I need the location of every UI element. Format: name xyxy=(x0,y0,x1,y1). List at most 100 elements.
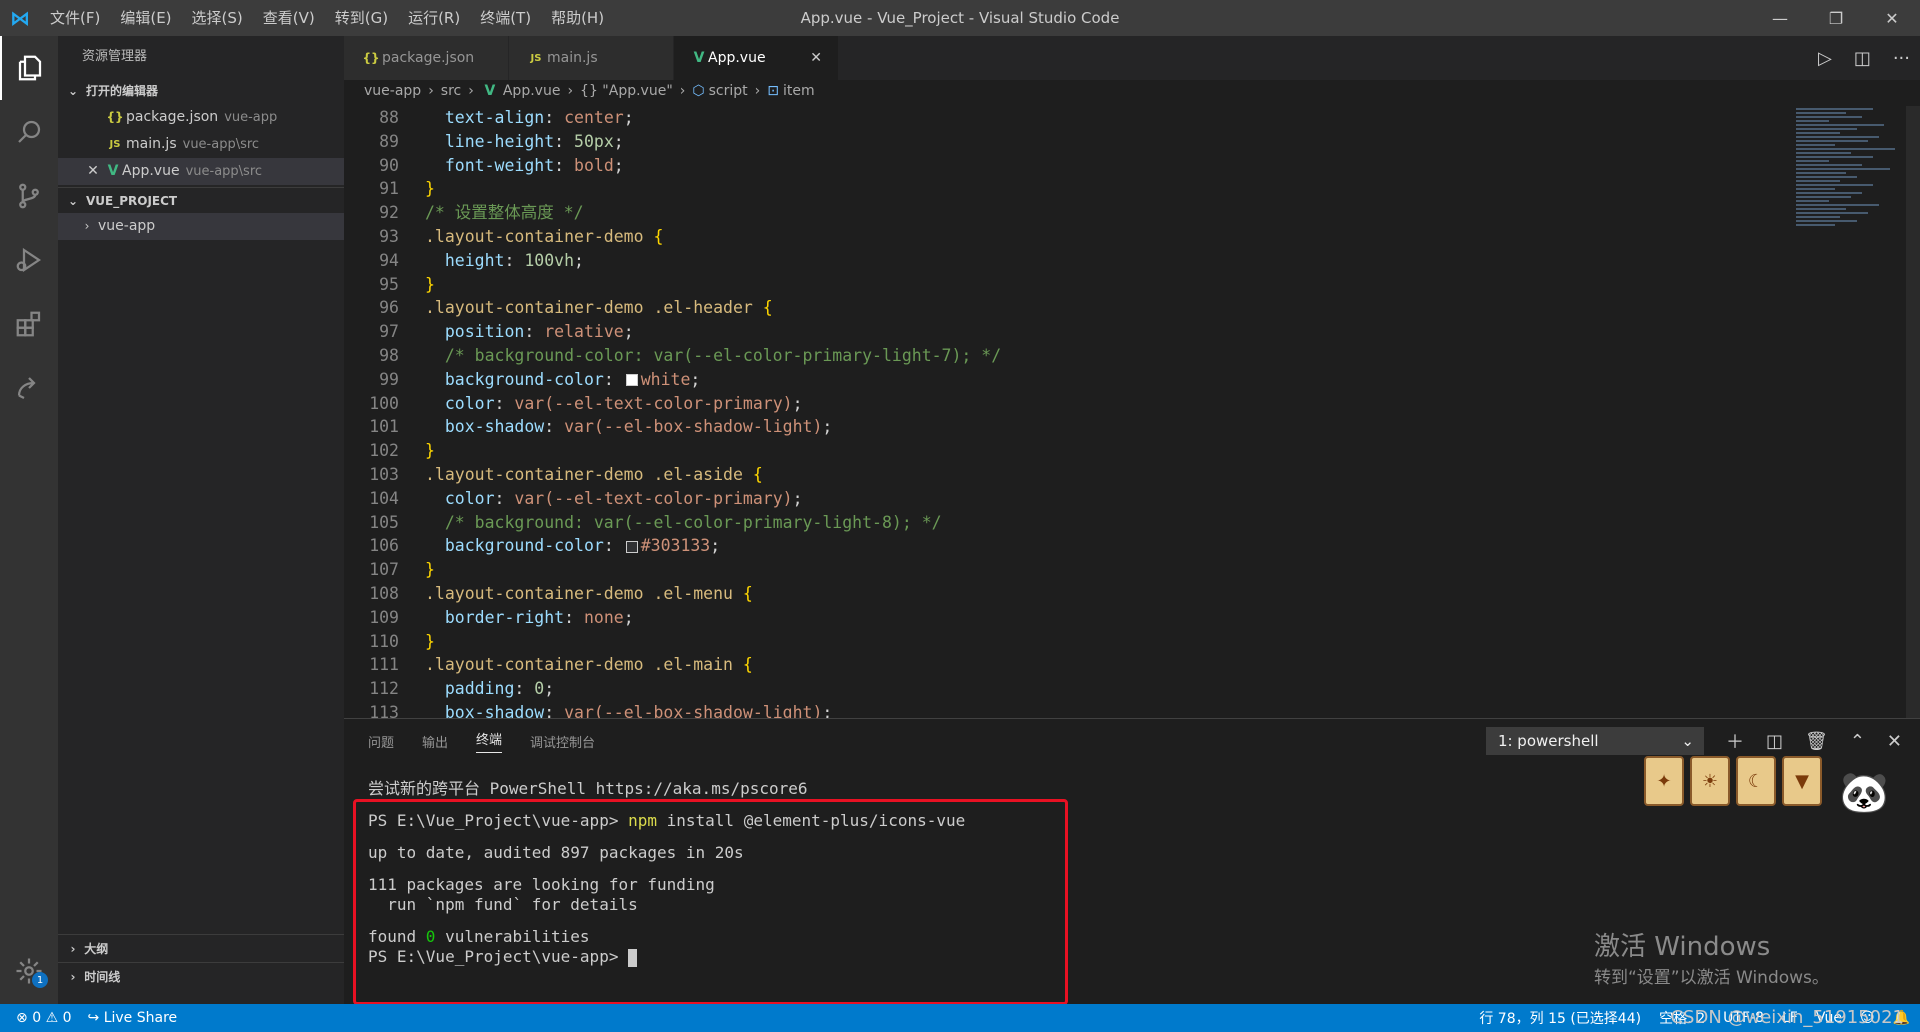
explorer-title: 资源管理器 xyxy=(82,49,148,64)
explorer-icon[interactable] xyxy=(0,36,58,100)
css-value: var(--el-box-shadow-light) xyxy=(564,702,823,718)
css-value: bold xyxy=(574,155,614,175)
code-content: height: 100vh; xyxy=(444,250,584,270)
css-property: text-align xyxy=(444,108,545,127)
file-name: main.js xyxy=(126,136,177,152)
code-line: 105 /* background: var(--el-color-primar… xyxy=(344,511,1784,535)
chevron-down-icon: ⌄ xyxy=(67,84,79,98)
code-view[interactable]: 88 text-align: center; 89 line-height: 50… xyxy=(344,106,1784,718)
open-file-package-json[interactable]: {} package.json vue-app xyxy=(58,104,344,131)
close-window-icon[interactable]: ✕ xyxy=(1864,0,1920,36)
menu-selection[interactable]: 选择(S) xyxy=(182,0,253,36)
editor-scrollbar[interactable] xyxy=(1906,106,1920,718)
tab-terminal[interactable]: 终端 xyxy=(476,729,503,753)
menu-view[interactable]: 查看(V) xyxy=(253,0,325,36)
breadcrumb-item[interactable]: {} "App.vue" xyxy=(580,80,673,102)
outline-section[interactable]: › 大纲 xyxy=(58,934,344,962)
problems-status[interactable]: ⊗ 0 ⚠ 0 xyxy=(16,1010,72,1026)
line-number: 101 xyxy=(369,417,399,437)
live-share-label: Live Share xyxy=(103,1010,178,1026)
css-selector: .layout-container-demo .el-main xyxy=(425,655,733,675)
tab-output[interactable]: 输出 xyxy=(422,732,448,751)
line-number: 113 xyxy=(369,702,399,718)
line-number: 105 xyxy=(369,512,399,532)
folder-vue-app[interactable]: › vue-app xyxy=(58,213,344,240)
minimize-icon[interactable]: — xyxy=(1752,0,1808,36)
search-icon[interactable] xyxy=(0,100,58,164)
split-editor-icon[interactable]: ◫ xyxy=(1854,48,1871,69)
cursor-position[interactable]: 行 78，列 15 (已选择44) xyxy=(1479,1008,1641,1028)
minimap[interactable] xyxy=(1796,106,1906,346)
menu-help[interactable]: 帮助(H) xyxy=(541,0,614,36)
code-line: 106 background-color: #303133; xyxy=(344,534,1784,558)
source-control-icon[interactable] xyxy=(0,164,58,228)
timeline-section[interactable]: › 时间线 xyxy=(58,962,344,990)
menu-run[interactable]: 运行(R) xyxy=(398,0,470,36)
extensions-icon[interactable] xyxy=(0,292,58,356)
breadcrumb-item[interactable]: item xyxy=(783,80,815,102)
line-number: 108 xyxy=(369,583,399,603)
tab-main-js[interactable]: JS main.js xyxy=(509,36,674,80)
open-file-main-js[interactable]: JS main.js vue-app\src xyxy=(58,131,344,158)
split-terminal-icon[interactable]: ◫ xyxy=(1766,731,1783,752)
tab-app-vue[interactable]: V App.vue ✕ xyxy=(674,36,839,80)
code-line: 100 color: var(--el-text-color-primary); xyxy=(344,392,1784,416)
tab-problems[interactable]: 问题 xyxy=(368,732,394,751)
code-line: 88 text-align: center; xyxy=(344,106,1784,130)
run-debug-icon[interactable] xyxy=(0,228,58,292)
settings-gear-icon[interactable]: 1 xyxy=(0,946,58,996)
breadcrumb-item[interactable]: script xyxy=(709,80,748,102)
menu-edit[interactable]: 编辑(E) xyxy=(110,0,181,36)
css-value: 100vh xyxy=(524,250,575,270)
chevron-right-icon: › xyxy=(468,83,474,99)
code-content: /* background-color: var(--el-color-prim… xyxy=(399,344,1001,368)
code-line: 113 box-shadow: var(--el-box-shadow-ligh… xyxy=(344,701,1784,718)
open-editors-section[interactable]: ⌄ 打开的编辑器 xyxy=(58,78,344,104)
css-selector: .layout-container-demo .el-menu xyxy=(425,583,733,603)
code-line: 112 padding: 0; xyxy=(344,677,1784,701)
open-file-app-vue[interactable]: ✕ V App.vue vue-app\src xyxy=(58,158,344,185)
close-tab-icon[interactable]: ✕ xyxy=(790,50,822,66)
css-value: var(--el-text-color-primary) xyxy=(514,393,793,413)
line-number: 103 xyxy=(369,464,399,484)
color-swatch-icon[interactable] xyxy=(625,540,638,553)
color-swatch-icon[interactable] xyxy=(625,374,638,387)
breadcrumb-item[interactable]: vue-app xyxy=(364,80,421,102)
new-terminal-icon[interactable]: ＋ xyxy=(1726,728,1744,754)
project-section[interactable]: ⌄ VUE_PROJECT xyxy=(58,187,344,213)
close-file-icon[interactable]: ✕ xyxy=(82,158,104,185)
code-line: 90 font-weight: bold; xyxy=(344,154,1784,178)
error-count: 0 xyxy=(32,1010,42,1026)
breadcrumb-item[interactable]: App.vue xyxy=(503,80,561,102)
menu-go[interactable]: 转到(G) xyxy=(325,0,398,36)
code-content: background-color: #303133; xyxy=(444,536,721,556)
trash-icon[interactable]: 🗑 xyxy=(1805,731,1828,752)
css-property: box-shadow xyxy=(444,417,545,437)
js-file-icon: JS xyxy=(109,139,121,150)
line-number: 95 xyxy=(379,274,399,294)
menu-terminal[interactable]: 终端(T) xyxy=(470,0,541,36)
terminal-select[interactable]: 1: powershell ⌄ xyxy=(1485,727,1704,755)
css-value: relative xyxy=(544,322,624,342)
code-line: 110} xyxy=(344,630,1784,654)
live-share-status[interactable]: ↪ Live Share xyxy=(88,1010,178,1026)
editor-tabs: {} package.json JS main.js V App.vue ✕ ▷… xyxy=(344,36,1920,80)
breadcrumb-item[interactable]: src xyxy=(441,80,461,102)
more-actions-icon[interactable]: ··· xyxy=(1893,48,1910,69)
run-file-icon[interactable]: ▷ xyxy=(1818,48,1832,69)
line-number: 112 xyxy=(369,679,399,699)
code-line: 94 height: 100vh; xyxy=(344,249,1784,273)
chevron-right-icon: › xyxy=(70,942,76,956)
css-property: font-weight xyxy=(444,155,555,175)
tab-debug-console[interactable]: 调试控制台 xyxy=(530,732,595,751)
restore-icon[interactable]: ❐ xyxy=(1808,0,1864,36)
tab-package-json[interactable]: {} package.json xyxy=(344,36,509,80)
menu-file[interactable]: 文件(F) xyxy=(40,0,110,36)
live-share-icon[interactable] xyxy=(0,356,58,420)
timeline-label: 时间线 xyxy=(84,970,121,984)
module-icon: ⬡ xyxy=(692,83,705,99)
close-panel-icon[interactable]: ✕ xyxy=(1887,731,1902,752)
maximize-panel-icon[interactable]: ⌃ xyxy=(1850,731,1865,752)
line-number: 97 xyxy=(379,322,399,342)
windows-activation-watermark: 激活 Windows 转到“设置”以激活 Windows。 xyxy=(1594,926,1829,988)
